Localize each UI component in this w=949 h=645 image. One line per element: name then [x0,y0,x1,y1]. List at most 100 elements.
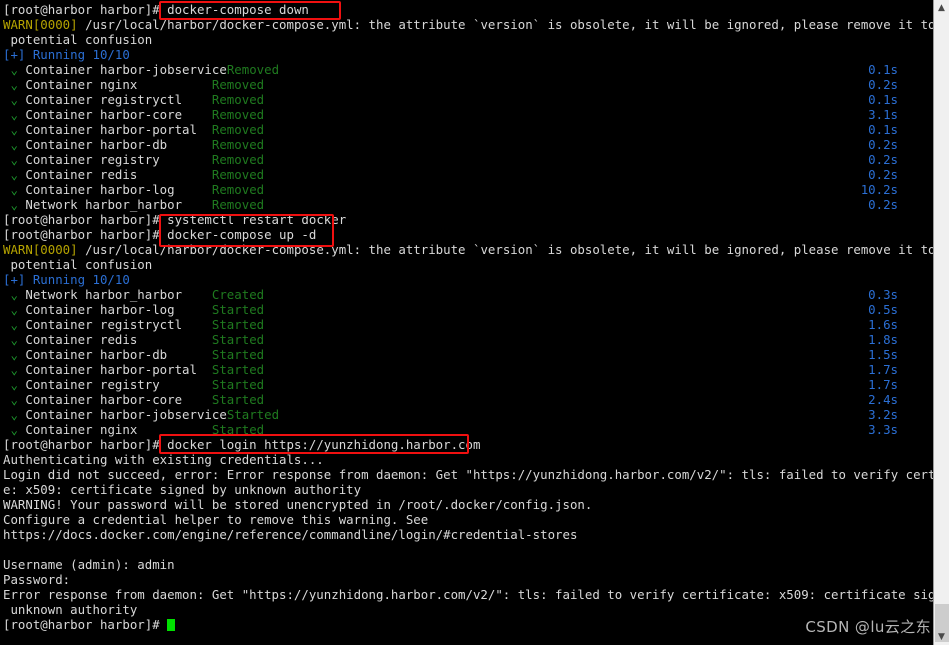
output-text: Username (admin): admin [3,557,175,572]
service-label: Container redis [25,167,212,182]
status-chevron-icon: ⌄ [3,137,26,152]
service-status: Started [211,422,265,437]
output-text: unknown authority [3,602,138,617]
service-status: Removed [211,182,265,197]
service-label: Container nginx [25,422,212,437]
service-duration: 0.2s [868,167,898,182]
shell-prompt: [root@harbor harbor]# [3,437,168,452]
service-duration: 0.1s [868,92,898,107]
warn-body: /usr/local/harbor/docker-compose.yml: th… [77,242,933,257]
service-status-line: ⌄ Container redis Removed 0.2s [3,167,933,182]
terminal-output[interactable]: [root@harbor harbor]# docker-compose dow… [0,0,933,645]
status-chevron-icon: ⌄ [3,347,26,362]
service-status: Started [211,362,265,377]
service-status: Removed [211,137,265,152]
service-label: Container harbor-log [25,302,212,317]
service-duration: 1.6s [868,317,898,332]
scroll-up-arrow-icon[interactable]: ▲ [934,0,949,16]
output-text: Configure a credential helper to remove … [3,512,429,527]
command-line-active: [root@harbor harbor]# [3,617,933,632]
service-status: Started [226,407,280,422]
service-duration: 3.3s [868,422,898,437]
service-duration: 0.2s [868,152,898,167]
service-duration: 1.8s [868,332,898,347]
running-header: [+] Running 10/10 [3,272,130,287]
status-chevron-icon: ⌄ [3,122,26,137]
status-chevron-icon: ⌄ [3,182,26,197]
service-status-line: ⌄ Container harbor-log Started 0.5s [3,302,933,317]
service-status-line: ⌄ Container registryctl Started 1.6s [3,317,933,332]
status-chevron-icon: ⌄ [3,287,26,302]
command-text: systemctl restart docker [167,212,347,227]
status-chevron-icon: ⌄ [3,92,26,107]
service-status-line: ⌄ Container harbor-portal Started 1.7s [3,362,933,377]
output-text: https://docs.docker.com/engine/reference… [3,527,578,542]
command-line-docker-login: [root@harbor harbor]# docker login https… [3,437,933,452]
service-status-line: ⌄ Container registryctl Removed 0.1s [3,92,933,107]
service-duration: 0.1s [868,62,898,77]
scroll-down-arrow-icon[interactable]: ▼ [934,629,949,645]
shell-prompt: [root@harbor harbor]# [3,212,168,227]
status-chevron-icon: ⌄ [3,62,26,77]
service-status-line: ⌄ Container nginx Removed 0.2s [3,77,933,92]
service-status-line: ⌄ Container harbor-portal Removed 0.1s [3,122,933,137]
status-chevron-icon: ⌄ [3,167,26,182]
service-duration: 10.2s [860,182,898,197]
service-status-line: ⌄ Container registry Started 1.7s [3,377,933,392]
service-status: Started [211,302,265,317]
vertical-scrollbar[interactable]: ▲ ▼ [933,0,949,645]
service-status: Started [211,317,265,332]
service-label: Container harbor-db [25,137,212,152]
service-label: Container registryctl [25,92,212,107]
service-duration: 1.7s [868,377,898,392]
service-status: Removed [211,122,265,137]
service-duration: 1.7s [868,362,898,377]
service-duration: 3.2s [868,407,898,422]
command-text: docker-compose down [167,2,309,17]
output-line: Configure a credential helper to remove … [3,512,933,527]
output-line: unknown authority [3,602,933,617]
output-line: Username (admin): admin [3,557,933,572]
output-text: e: x509: certificate signed by unknown a… [3,482,362,497]
running-header-line: [+] Running 10/10 [3,47,933,62]
service-status-line: ⌄ Container registry Removed 0.2s [3,152,933,167]
service-status-line: ⌄ Container harbor-core Removed 3.1s [3,107,933,122]
service-status: Started [211,377,265,392]
service-duration: 0.1s [868,122,898,137]
warning-line: WARN[0000] /usr/local/harbor/docker-comp… [3,17,933,32]
status-chevron-icon: ⌄ [3,77,26,92]
service-status-line: ⌄ Network harbor_harbor Created 0.3s [3,287,933,302]
status-chevron-icon: ⌄ [3,107,26,122]
status-chevron-icon: ⌄ [3,152,26,167]
service-status: Removed [211,152,265,167]
status-chevron-icon: ⌄ [3,302,26,317]
command-line-compose-down: [root@harbor harbor]# docker-compose dow… [3,2,933,17]
output-line: https://docs.docker.com/engine/reference… [3,527,933,542]
service-duration: 2.4s [868,392,898,407]
service-duration: 0.2s [868,197,898,212]
output-text: Password: [3,572,71,587]
running-header-line: [+] Running 10/10 [3,272,933,287]
warn-continuation: potential confusion [3,32,153,47]
status-chevron-icon: ⌄ [3,362,26,377]
command-text: docker-compose up -d [167,227,317,242]
service-label: Container registry [25,152,212,167]
service-duration: 0.3s [868,287,898,302]
service-label: Container harbor-portal [25,122,212,137]
output-text: Authenticating with existing credentials… [3,452,324,467]
service-duration: 0.2s [868,77,898,92]
shell-prompt: [root@harbor harbor]# [3,617,168,632]
output-line: Error response from daemon: Get "https:/… [3,587,933,602]
status-chevron-icon: ⌄ [3,317,26,332]
warn-tag: WARN[0000] [3,242,78,257]
service-label: Container nginx [25,77,212,92]
service-status-line: ⌄ Container nginx Started 3.3s [3,422,933,437]
service-label: Container harbor-jobservice [25,62,227,77]
shell-prompt: [root@harbor harbor]# [3,227,168,242]
service-status: Started [211,392,265,407]
service-status-line: ⌄ Container harbor-log Removed 10.2s [3,182,933,197]
service-label: Container redis [25,332,212,347]
status-chevron-icon: ⌄ [3,407,26,422]
command-line-systemctl-restart: [root@harbor harbor]# systemctl restart … [3,212,933,227]
